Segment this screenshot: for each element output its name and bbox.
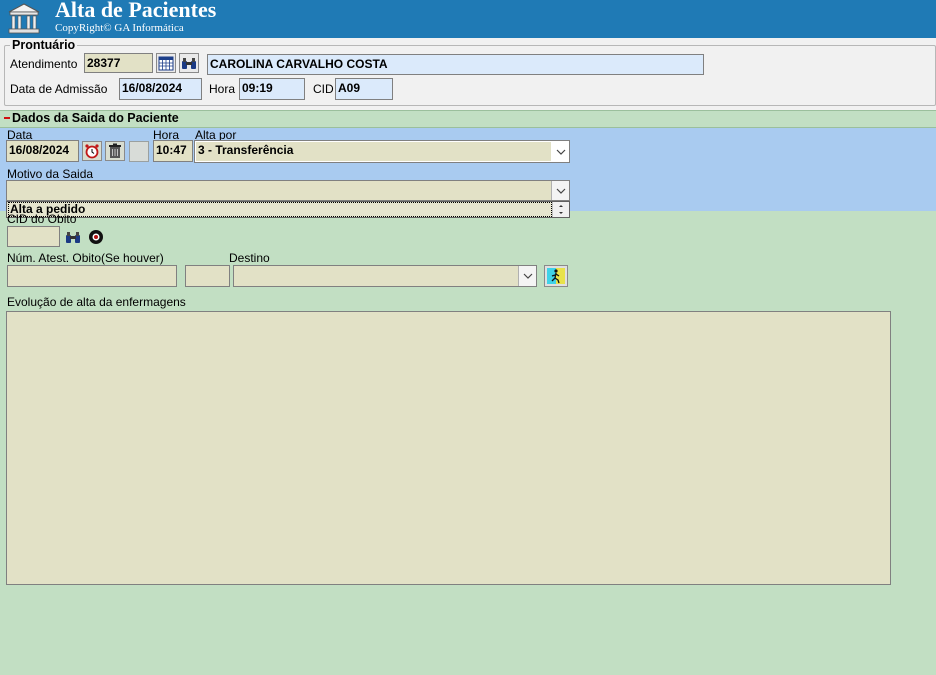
app-copyright: CopyRight© GA Informática bbox=[55, 22, 184, 34]
motivo-saida-select[interactable] bbox=[6, 180, 570, 201]
binoculars-icon bbox=[182, 58, 196, 69]
running-person-icon bbox=[547, 268, 565, 284]
patient-name-field[interactable]: CAROLINA CARVALHO COSTA bbox=[207, 54, 704, 75]
destino-label: Destino bbox=[229, 251, 270, 265]
alta-por-value: 3 - Transferência bbox=[198, 143, 294, 157]
cid-obito-field[interactable] bbox=[7, 226, 60, 247]
alarm-clock-icon bbox=[85, 144, 99, 159]
alarm-clock-button[interactable] bbox=[82, 141, 102, 161]
atestado-extra-field[interactable] bbox=[185, 265, 230, 287]
list-scrollbar[interactable] bbox=[552, 202, 569, 217]
prontuario-legend: Prontuário bbox=[10, 38, 78, 52]
section-title: Dados da Saida do Paciente bbox=[12, 111, 179, 125]
atestado-field[interactable] bbox=[7, 265, 177, 287]
calendar-button[interactable] bbox=[156, 53, 176, 73]
list-item[interactable]: Alta a pedido bbox=[8, 202, 552, 217]
destino-select[interactable] bbox=[233, 265, 537, 287]
admissao-date-field[interactable]: 16/08/2024 bbox=[119, 78, 202, 100]
hora-saida-field[interactable]: 10:47 bbox=[153, 140, 193, 162]
record-icon bbox=[89, 229, 103, 244]
app-title: Alta de Pacientes bbox=[55, 0, 217, 22]
blank-button[interactable] bbox=[129, 141, 149, 162]
evolucao-textarea[interactable] bbox=[6, 311, 891, 585]
building-columns-icon bbox=[6, 2, 42, 36]
search-cid-button[interactable] bbox=[63, 227, 83, 246]
data-saida-field[interactable]: 16/08/2024 bbox=[6, 140, 79, 162]
chevron-down-icon[interactable] bbox=[552, 141, 569, 162]
atestado-label: Núm. Atest. Obito(Se houver) bbox=[7, 251, 164, 265]
hora-admissao-label: Hora bbox=[209, 82, 236, 96]
delete-button[interactable] bbox=[105, 141, 125, 161]
cid-label: CID bbox=[313, 82, 334, 96]
calendar-icon bbox=[158, 56, 174, 71]
cid-obito-label: CID do Obito bbox=[7, 212, 77, 226]
atendimento-field[interactable]: 28377 bbox=[84, 53, 153, 73]
search-patient-button[interactable] bbox=[179, 53, 199, 73]
alta-por-select[interactable]: 3 - Transferência bbox=[194, 140, 570, 163]
motivo-saida-label: Motivo da Saida bbox=[7, 167, 94, 181]
destino-action-button[interactable] bbox=[544, 265, 568, 287]
clear-cid-button[interactable] bbox=[86, 227, 106, 246]
atendimento-label: Atendimento bbox=[10, 57, 78, 71]
cid-field[interactable]: A09 bbox=[335, 78, 393, 100]
evolucao-label: Evolução de alta da enfermagens bbox=[7, 295, 186, 309]
admissao-label: Data de Admissão bbox=[10, 82, 108, 96]
chevron-down-icon[interactable] bbox=[518, 266, 536, 286]
trash-icon bbox=[109, 143, 121, 158]
section-marker bbox=[4, 117, 10, 119]
hora-admissao-field[interactable]: 09:19 bbox=[239, 78, 305, 100]
scroll-arrows-icon bbox=[559, 205, 563, 214]
chevron-down-icon[interactable] bbox=[551, 181, 569, 200]
motivo-saida-listbox[interactable]: Alta a pedido bbox=[6, 201, 570, 218]
binoculars-icon bbox=[66, 231, 80, 243]
